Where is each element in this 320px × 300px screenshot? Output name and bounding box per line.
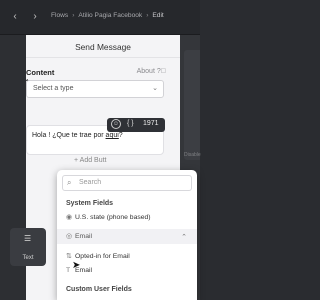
canvas-node[interactable] — [184, 50, 200, 160]
search-input[interactable]: ⌕ Search — [62, 175, 192, 191]
search-placeholder: Search — [79, 179, 102, 186]
message-text-link: aqui — [105, 132, 119, 139]
add-button[interactable]: + Add Butt — [74, 157, 107, 164]
forward-icon[interactable]: › — [28, 10, 42, 24]
option-opted-in-email[interactable]: ⇅ Opted-in for Email — [66, 252, 130, 260]
top-bar: ‹ › Flows › Atilio Pagia Facebook › Edit — [0, 0, 200, 35]
message-text-end: ? — [118, 132, 123, 139]
section-system-fields: System Fields — [66, 200, 114, 207]
user-icon: ◉ — [66, 214, 72, 221]
option-email-group[interactable]: ◎ Email — [66, 232, 92, 240]
option-label: Email — [75, 233, 92, 240]
message-toolbar: ☺ { } 1971 — [107, 118, 165, 132]
select-placeholder: Select a type — [33, 85, 74, 92]
message-text-start: Hola ! ¿Que te trae por — [32, 132, 106, 139]
breadcrumb: Flows › Atilio Pagia Facebook › Edit — [51, 12, 164, 19]
disable-label: Disable — [184, 152, 201, 158]
breadcrumb-flows[interactable]: Flows — [51, 12, 68, 19]
text-tile[interactable]: ☰ Text — [10, 228, 46, 266]
emoji-icon[interactable]: ☺ — [111, 119, 121, 129]
message-text: Hola ! ¿Que te trae por aqui? — [32, 132, 123, 139]
about-label: About — [136, 68, 155, 75]
field-picker-dropdown: ⌕ Search System Fields ◉ U.S. state (phon… — [57, 170, 197, 300]
option-us-state[interactable]: ◉ U.S. state (phone based) — [66, 213, 151, 221]
section-custom-fields: Custom User Fields — [66, 286, 132, 293]
variable-braces-icon[interactable]: { } — [127, 120, 134, 127]
breadcrumb-page[interactable]: Atilio Pagia Facebook — [78, 12, 142, 19]
text-lines-icon: ☰ — [24, 234, 32, 243]
search-icon: ⌕ — [67, 178, 72, 187]
email-icon: ◎ — [66, 233, 72, 240]
content-type-select[interactable]: Select a type ⌄ — [26, 80, 164, 98]
help-icon: ?⃝ — [156, 68, 166, 75]
sort-icon: ⇅ — [66, 253, 72, 260]
chevron-down-icon: ⌄ — [152, 85, 158, 92]
breadcrumb-edit: Edit — [152, 12, 164, 19]
back-icon[interactable]: ‹ — [8, 10, 22, 24]
option-label: U.S. state (phone based) — [75, 214, 151, 221]
character-count: 1971 — [143, 120, 159, 127]
mouse-cursor-icon: ➤ — [72, 260, 81, 271]
chevron-up-icon[interactable]: ⌃ — [181, 233, 187, 241]
about-link[interactable]: About ?⃝ — [137, 68, 166, 75]
option-label: Opted-in for Email — [75, 253, 130, 260]
text-tile-label: Text — [22, 255, 34, 261]
